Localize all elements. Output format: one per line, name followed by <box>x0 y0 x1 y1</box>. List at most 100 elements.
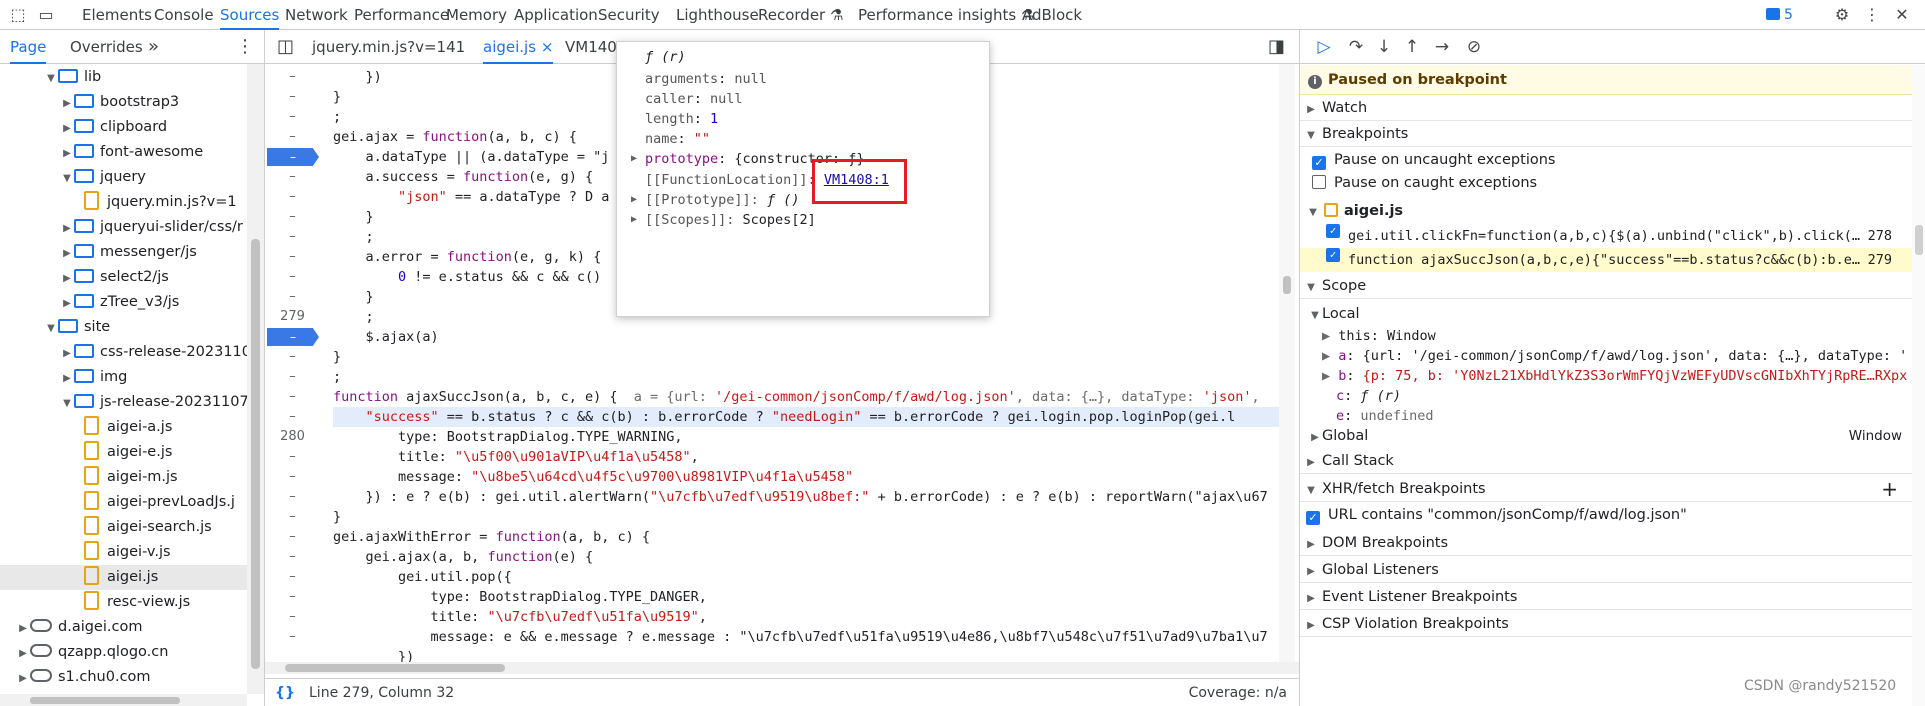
code-line[interactable]: } <box>333 87 341 107</box>
code-line[interactable]: } <box>333 507 341 527</box>
tab-network[interactable]: Network <box>285 0 348 30</box>
scope-global[interactable]: ▶ Global Window <box>1308 425 1908 447</box>
scope-var-e[interactable]: e: undefined <box>1336 406 1908 426</box>
code-line[interactable]: "json" == a.dataType ? D a <box>333 187 609 207</box>
expand-arrow-icon[interactable]: ▶ <box>16 616 30 641</box>
code-line[interactable]: ; <box>333 107 341 127</box>
file-tree-folder[interactable]: ▶ bootstrap3 <box>0 90 247 115</box>
line-number[interactable]: – <box>265 227 320 247</box>
tab-recorder[interactable]: Recorder ⚗ <box>758 0 843 30</box>
add-xhr-breakpoint-icon[interactable]: + <box>1881 476 1898 502</box>
step-out-icon[interactable]: ↑ <box>1400 37 1424 57</box>
line-number[interactable]: 279 <box>265 307 320 327</box>
expand-arrow-icon[interactable]: ▶ <box>631 214 637 225</box>
code-line[interactable]: } <box>333 287 374 307</box>
line-number[interactable]: – <box>265 347 320 367</box>
popover-scopes[interactable]: [[Scopes]]: Scopes[2] <box>645 210 816 230</box>
file-tree-file[interactable]: aigei-m.js <box>0 465 247 490</box>
line-number[interactable]: – <box>265 627 320 647</box>
line-number[interactable]: 280 <box>265 427 320 447</box>
section-call-stack[interactable]: ▶ Call Stack <box>1300 448 1912 474</box>
code-line[interactable]: type: BootstrapDialog.TYPE_DANGER, <box>333 587 707 607</box>
file-tree-file[interactable]: jquery.min.js?v=1 <box>0 190 247 215</box>
line-number[interactable]: – <box>265 167 320 187</box>
scope-var-b[interactable]: ▶ b: {p: 75, b: 'Y0NzL21XbHdlYkZ3S3orWmF… <box>1322 366 1908 386</box>
line-number[interactable]: – <box>265 507 320 527</box>
tab-memory[interactable]: Memory <box>446 0 507 30</box>
step-icon[interactable]: → <box>1430 37 1454 57</box>
toggle-navigator-icon[interactable]: ◫ <box>277 30 294 64</box>
line-number-gutter[interactable]: – – – – – – – – – – – –279– – – – –280– – – – – – – – – – <box>265 64 320 662</box>
file-tree-domain[interactable]: ▶ qzapp.qlogo.cn <box>0 640 247 665</box>
code-line[interactable]: }) <box>333 67 382 87</box>
checkbox-checked-icon[interactable]: ✓ <box>1306 511 1320 525</box>
line-number[interactable]: – <box>265 567 320 587</box>
section-event-listener-breakpoints[interactable]: ▶ Event Listener Breakpoints <box>1300 584 1912 610</box>
expand-arrow-icon[interactable]: ▶ <box>16 666 30 691</box>
line-number[interactable]: – <box>265 407 320 427</box>
section-breakpoints[interactable]: ▼ Breakpoints <box>1300 121 1912 147</box>
line-number[interactable]: – <box>265 367 320 387</box>
close-tab-icon[interactable]: × <box>541 38 554 56</box>
expand-arrow-icon[interactable]: ▶ <box>60 116 74 141</box>
line-number[interactable]: – <box>265 487 320 507</box>
code-line[interactable]: "success" == b.status ? c && c(b) : b.er… <box>333 407 1293 427</box>
section-dom-breakpoints[interactable]: ▶ DOM Breakpoints <box>1300 530 1912 556</box>
file-tree-file[interactable]: aigei-prevLoadJs.j <box>0 490 247 515</box>
code-line[interactable]: title: "\u7cfb\u7edf\u51fa\u9519", <box>333 607 707 627</box>
tab-adblock[interactable]: AdBlock <box>1022 0 1082 30</box>
code-line[interactable]: a.success = function(e, g) { <box>333 167 594 187</box>
checkbox-checked-icon[interactable]: ✓ <box>1326 224 1340 238</box>
tab-elements[interactable]: Elements <box>82 0 152 30</box>
collapse-arrow-icon[interactable]: ▼ <box>60 391 74 416</box>
code-line[interactable]: a.error = function(e, g, k) { <box>333 247 602 267</box>
expand-arrow-icon[interactable]: ▶ <box>60 366 74 391</box>
line-number[interactable]: – <box>265 287 320 307</box>
collapse-arrow-icon[interactable]: ▼ <box>44 316 58 341</box>
editor-hscroll-thumb[interactable] <box>285 664 505 672</box>
line-number[interactable]: – <box>265 67 320 87</box>
tab-performance[interactable]: Performance <box>354 0 449 30</box>
checkbox-checked-icon[interactable]: ✓ <box>1326 248 1340 262</box>
line-number[interactable]: – <box>265 607 320 627</box>
file-tree-folder[interactable]: ▶ img <box>0 365 247 390</box>
scope-local[interactable]: ▼ Local <box>1308 303 1359 325</box>
checkbox-checked-icon[interactable]: ✓ <box>1312 156 1326 170</box>
code-line[interactable]: } <box>333 347 341 367</box>
file-tree-folder[interactable]: ▼ site <box>0 315 247 340</box>
file-tree-file[interactable]: aigei-a.js <box>0 415 247 440</box>
file-tree-folder[interactable]: ▼ lib <box>0 65 247 90</box>
tab-performance-insights[interactable]: Performance insights ⚗ <box>858 0 1034 30</box>
step-into-icon[interactable]: ↓ <box>1372 37 1396 57</box>
file-tree-domain[interactable]: ▶ d.aigei.com <box>0 615 247 640</box>
file-tree-file[interactable]: resc-view.js <box>0 590 247 615</box>
code-line[interactable]: function ajaxSuccJson(a, b, c, e) { a = … <box>333 387 1268 407</box>
tab-sources[interactable]: Sources <box>220 0 280 30</box>
expand-arrow-icon[interactable]: ▶ <box>60 291 74 316</box>
scope-var-this[interactable]: ▶ this: Window <box>1322 326 1908 346</box>
section-scope[interactable]: ▼ Scope <box>1300 273 1912 299</box>
editor-horizontal-scrollbar[interactable] <box>265 662 1299 674</box>
expand-arrow-icon[interactable]: ▶ <box>60 241 74 266</box>
checkbox-unchecked-icon[interactable] <box>1312 175 1326 189</box>
navigator-tab-overrides[interactable]: Overrides <box>70 30 143 64</box>
file-tree-folder[interactable]: ▶ jqueryui-slider/css/r <box>0 215 247 240</box>
breakpoint-file-group[interactable]: ▼ aigei.js <box>1306 200 1403 222</box>
collapse-arrow-icon[interactable]: ▼ <box>44 66 58 91</box>
more-options-icon[interactable]: ⋮ <box>1862 5 1882 25</box>
collapse-arrow-icon[interactable]: ▼ <box>60 166 74 191</box>
code-line[interactable]: ; <box>333 367 341 387</box>
expand-arrow-icon[interactable]: ▶ <box>60 266 74 291</box>
expand-arrow-icon[interactable]: ▶ <box>60 141 74 166</box>
navigator-horizontal-scrollbar[interactable] <box>0 694 247 706</box>
line-number[interactable]: – <box>265 447 320 467</box>
device-toolbar-icon[interactable]: ▭ <box>36 5 56 25</box>
deactivate-breakpoints-icon[interactable]: ⊘ <box>1462 37 1486 57</box>
debugger-scrollbar[interactable] <box>1912 65 1925 706</box>
file-tree-folder[interactable]: ▼ jquery <box>0 165 247 190</box>
toggle-debugger-icon[interactable]: ◨ <box>1268 30 1285 64</box>
navigator-hscroll-thumb[interactable] <box>30 697 180 704</box>
file-tree-domain[interactable]: ▶ s1.chu0.com <box>0 665 247 690</box>
tab-application[interactable]: Application <box>514 0 598 30</box>
file-tree-folder[interactable]: ▼ js-release-20231107 <box>0 390 247 415</box>
